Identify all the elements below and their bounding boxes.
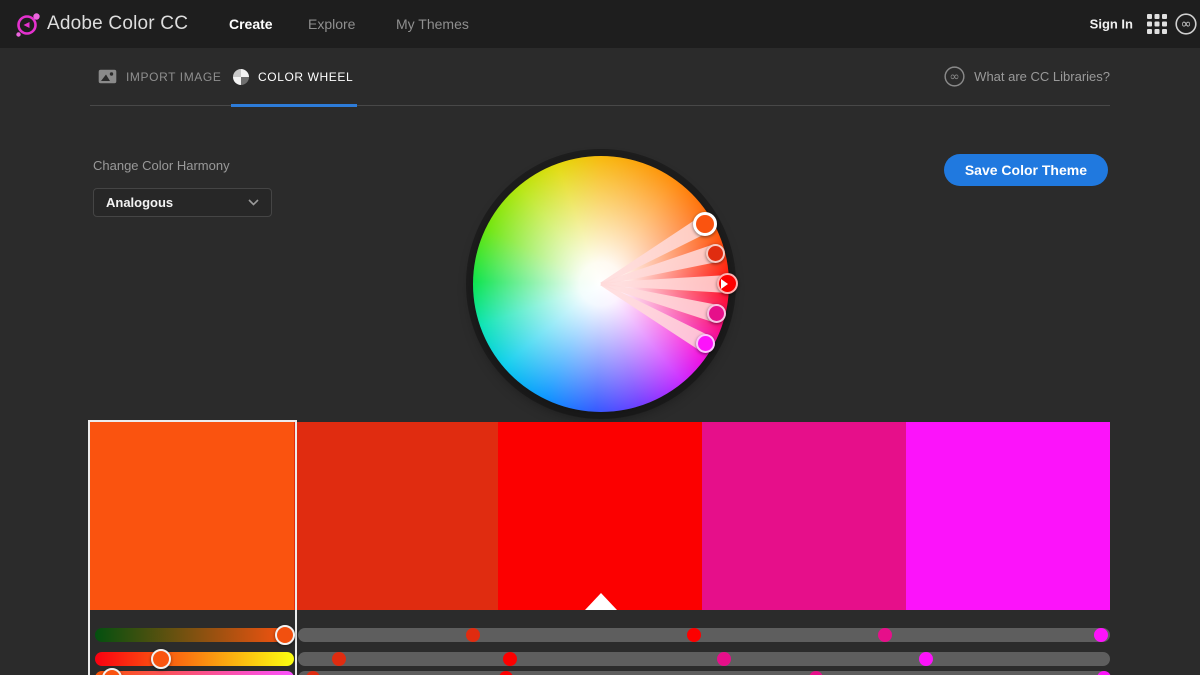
- tab-bar: IMPORT IMAGE COLOR WHEEL ∞ What are CC L…: [90, 48, 1110, 106]
- adobe-color-cc-app: Adobe Color CC Create Explore My Themes …: [0, 0, 1200, 675]
- swatch-row: [90, 422, 1110, 610]
- collapsed-green-track[interactable]: [298, 652, 1110, 666]
- svg-text:∞: ∞: [1181, 17, 1192, 32]
- slider-dot[interactable]: [332, 652, 346, 666]
- image-icon: [98, 69, 117, 84]
- tab-import-image[interactable]: IMPORT IMAGE: [98, 48, 221, 105]
- blue-channel-slider[interactable]: [95, 671, 294, 675]
- base-color-indicator: [585, 593, 617, 610]
- green-channel-slider[interactable]: [95, 652, 294, 666]
- red-channel-slider[interactable]: [95, 628, 294, 642]
- svg-text:∞: ∞: [950, 68, 960, 83]
- slider-dot[interactable]: [1097, 671, 1111, 675]
- tab-wheel-label: COLOR WHEEL: [258, 70, 353, 84]
- top-bar: Adobe Color CC Create Explore My Themes …: [0, 0, 1200, 48]
- nav-my-themes[interactable]: My Themes: [396, 16, 469, 32]
- wheel-marker-5[interactable]: [696, 334, 715, 353]
- cc-libraries-label: What are CC Libraries?: [974, 69, 1110, 84]
- wheel-marker-2[interactable]: [706, 244, 725, 263]
- creative-cloud-outline-icon: ∞: [944, 66, 965, 87]
- blue-slider-handle[interactable]: [102, 668, 122, 675]
- slider-dot[interactable]: [878, 628, 892, 642]
- harmony-label: Change Color Harmony: [93, 158, 230, 173]
- nav-explore[interactable]: Explore: [308, 16, 355, 32]
- slider-dot[interactable]: [1094, 628, 1108, 642]
- color-wheel[interactable]: [473, 156, 729, 412]
- collapsed-blue-track[interactable]: [298, 671, 1110, 675]
- swatch-2[interactable]: [294, 422, 498, 610]
- active-tab-underline: [231, 104, 357, 107]
- slider-dot[interactable]: [503, 652, 517, 666]
- app-title: Adobe Color CC: [47, 13, 188, 35]
- collapsed-red-track[interactable]: [298, 628, 1110, 642]
- slider-dot[interactable]: [687, 628, 701, 642]
- wheel-marker-selected[interactable]: [693, 212, 717, 236]
- swatch-4[interactable]: [702, 422, 906, 610]
- save-color-theme-button[interactable]: Save Color Theme: [944, 154, 1108, 186]
- nav-create[interactable]: Create: [229, 16, 273, 32]
- swatch-1[interactable]: [90, 422, 294, 610]
- slider-dot[interactable]: [717, 652, 731, 666]
- tab-color-wheel[interactable]: COLOR WHEEL: [233, 48, 353, 105]
- swatch-5[interactable]: [906, 422, 1110, 610]
- slider-dot[interactable]: [919, 652, 933, 666]
- wheel-marker-4[interactable]: [707, 304, 726, 323]
- tab-import-label: IMPORT IMAGE: [126, 70, 221, 84]
- swatch-3[interactable]: [498, 422, 702, 610]
- harmony-dropdown[interactable]: Analogous: [93, 188, 272, 217]
- base-marker-arrow-icon: [721, 279, 728, 289]
- color-wheel-icon: [233, 69, 249, 85]
- apps-grid-icon[interactable]: [1147, 14, 1167, 34]
- creative-cloud-icon[interactable]: ∞: [1175, 13, 1197, 35]
- adobe-color-logo-icon[interactable]: [14, 11, 41, 38]
- harmony-value: Analogous: [106, 195, 173, 210]
- slider-dot[interactable]: [466, 628, 480, 642]
- wheel-marker-base[interactable]: [717, 273, 738, 294]
- green-slider-handle[interactable]: [151, 649, 171, 669]
- red-slider-handle[interactable]: [275, 625, 295, 645]
- chevron-down-icon: [248, 199, 259, 206]
- sign-in-button[interactable]: Sign In: [1090, 17, 1133, 32]
- cc-libraries-link[interactable]: ∞ What are CC Libraries?: [944, 48, 1110, 105]
